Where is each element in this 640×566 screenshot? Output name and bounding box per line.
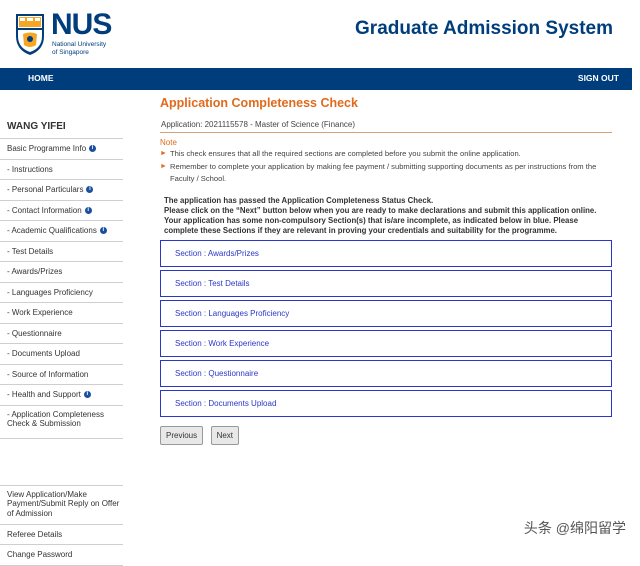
- sidebar-item-personal-particulars[interactable]: - Personal Particulars i: [0, 180, 123, 201]
- system-title: Graduate Admission System: [355, 18, 613, 39]
- top-nav: HOME SIGN OUT: [0, 68, 632, 90]
- arrow-right-icon: ►: [160, 150, 167, 157]
- sidebar-item-completeness-check[interactable]: - Application Completeness Check & Submi…: [0, 406, 123, 439]
- sidebar-item-basic-programme-info[interactable]: Basic Programme Info i: [0, 139, 123, 160]
- header: NUS National University of Singapore Gra…: [0, 0, 640, 68]
- sidebar-item-academic-qualifications[interactable]: - Academic Qualifications i: [0, 221, 123, 242]
- logo-subtitle: National University of Singapore: [52, 41, 107, 56]
- previous-button[interactable]: Previous: [160, 426, 204, 445]
- section-languages-proficiency[interactable]: Section : Languages Proficiency: [160, 300, 612, 327]
- arrow-right-icon: ►: [160, 163, 167, 170]
- sidebar-item-test-details[interactable]: - Test Details: [0, 242, 123, 262]
- sidebar-item-view-application[interactable]: View Application/Make Payment/Submit Rep…: [0, 484, 123, 525]
- section-list: Section : Awards/Prizes Section : Test D…: [160, 240, 612, 417]
- info-icon: i: [83, 391, 91, 399]
- sidebar-item-change-password[interactable]: Change Password: [0, 545, 123, 566]
- next-button[interactable]: Next: [210, 426, 240, 445]
- nus-logo[interactable]: NUS National University of Singapore: [14, 8, 134, 60]
- sidebar-item-work-experience[interactable]: - Work Experience: [0, 303, 123, 324]
- sidebar-item-languages-proficiency[interactable]: - Languages Proficiency: [0, 283, 123, 303]
- note-label: Note: [160, 138, 177, 147]
- section-questionnaire[interactable]: Section : Questionnaire: [160, 360, 612, 387]
- section-work-experience[interactable]: Section : Work Experience: [160, 330, 612, 357]
- sidebar-item-instructions[interactable]: - Instructions: [0, 160, 123, 180]
- section-awards-prizes[interactable]: Section : Awards/Prizes: [160, 240, 612, 267]
- sidebar-item-health-and-support[interactable]: - Health and Support i: [0, 385, 123, 406]
- watermark: 头条 @绵阳留学: [523, 520, 626, 536]
- sidebar-item-referee-details[interactable]: Referee Details: [0, 525, 123, 545]
- page-title: Application Completeness Check: [160, 96, 358, 110]
- section-documents-upload[interactable]: Section : Documents Upload: [160, 390, 612, 417]
- info-icon: i: [84, 206, 92, 214]
- sidebar-item-contact-information[interactable]: - Contact Information i: [0, 201, 123, 221]
- application-info: Application: 2021115578 - Master of Scie…: [160, 118, 612, 133]
- nus-crest-icon: [16, 14, 44, 55]
- section-test-details[interactable]: Section : Test Details: [160, 270, 612, 297]
- sign-out-link[interactable]: SIGN OUT: [578, 73, 619, 83]
- note-item: ► Remember to complete your application …: [160, 162, 597, 183]
- main-content: Application Completeness Check Applicati…: [160, 96, 612, 445]
- sidebar-item-questionnaire[interactable]: - Questionnaire: [0, 324, 123, 344]
- sidebar: WANG YIFEI Basic Programme Info i - Instr…: [0, 114, 123, 566]
- info-icon: i: [99, 227, 107, 235]
- note-item: ► This check ensures that all the requir…: [160, 149, 521, 158]
- info-icon: i: [86, 186, 94, 194]
- button-row: Previous Next: [160, 425, 612, 445]
- sidebar-item-documents-upload[interactable]: - Documents Upload: [0, 344, 123, 365]
- info-icon: i: [89, 145, 97, 153]
- logo-text: NUS: [51, 8, 112, 41]
- sidebar-item-awards-prizes[interactable]: - Awards/Prizes: [0, 262, 123, 283]
- home-link[interactable]: HOME: [28, 73, 54, 83]
- status-message: The application has passed the Applicati…: [164, 196, 597, 235]
- user-name: WANG YIFEI: [0, 114, 123, 139]
- sidebar-item-source-of-information[interactable]: - Source of Information: [0, 365, 123, 385]
